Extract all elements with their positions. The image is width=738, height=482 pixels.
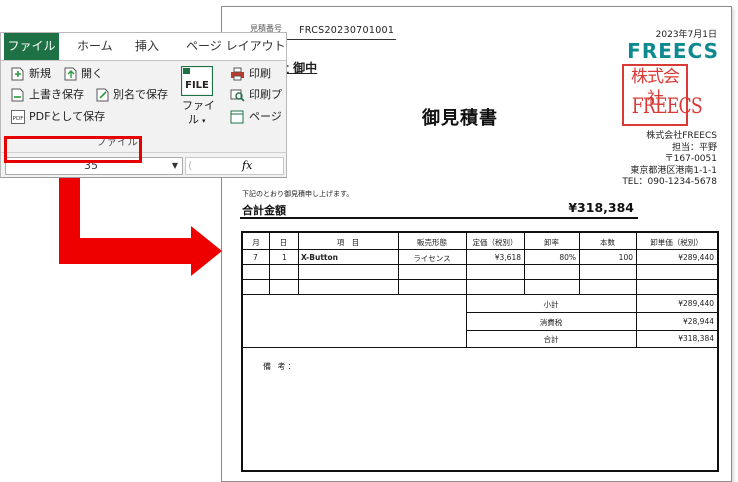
formula-input[interactable]: ( fx [185,157,284,175]
ribbon-tab-bar: ファイル ホーム 挿入 ページ レイアウト [1,33,286,61]
print-preview-button[interactable]: 印刷プ [230,86,282,104]
save-button-label: 上書き保存 [29,88,84,101]
open-button-label: 開く [81,67,103,80]
name-box-dropdown-icon[interactable]: ▼ [172,158,178,174]
new-file-icon [11,67,24,81]
file-big-label-2: ル [188,113,199,126]
save-icon [11,88,24,102]
new-button[interactable]: 新規 [11,65,51,83]
page-setup-button[interactable]: ページ [230,108,282,126]
print-preview-button-label: 印刷プ [249,88,282,101]
formula-separator-icon: ( [188,159,193,172]
tab-insert[interactable]: 挿入 [135,33,159,60]
tab-page-layout[interactable]: ページ レイアウト [186,33,286,60]
pdf-button-highlight [4,136,142,163]
file-excel-icon: FILE [181,66,213,96]
print-button[interactable]: 印刷 [230,65,271,83]
save-as-pdf-button-label: PDFとして保存 [29,110,106,123]
tab-file[interactable]: ファイル [4,33,59,60]
save-as-icon [96,88,109,102]
chevron-down-icon: ▾ [202,117,206,125]
page-setup-icon [230,110,244,124]
file-icon-text: FILE [185,80,209,91]
pdf-icon-text: PDF [13,116,24,122]
save-as-pdf-button[interactable]: PDF PDFとして保存 [11,108,105,126]
new-button-label: 新規 [29,67,51,80]
save-button[interactable]: 上書き保存 [11,86,84,104]
print-button-label: 印刷 [249,67,271,80]
file-big-button[interactable]: FILE ファイ ル ▾ [178,64,216,134]
pdf-icon: PDF [11,110,25,124]
page-setup-button-label: ページ [249,110,282,123]
tab-home[interactable]: ホーム [77,33,113,60]
open-file-icon [64,67,77,81]
file-big-label-1: ファイ [182,99,215,112]
open-button[interactable]: 開く [64,65,103,83]
printer-icon [231,67,244,81]
fx-icon[interactable]: fx [242,158,252,174]
save-as-button-label: 別名で保存 [113,88,168,101]
print-preview-icon [230,89,245,102]
save-as-button[interactable]: 別名で保存 [96,86,168,104]
excel-ribbon: ファイル ホーム 挿入 ページ レイアウト 新規 開く 上書き保存 別名で保存 [0,32,287,178]
